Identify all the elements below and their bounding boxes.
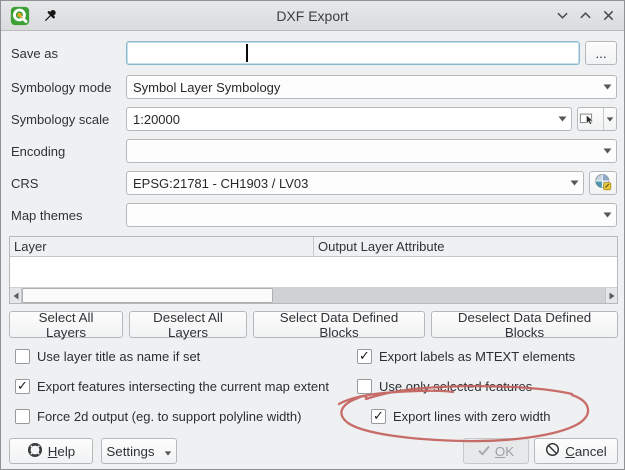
symbology-mode-select[interactable]: Symbol Layer Symbology	[126, 75, 617, 99]
symbology-scale-label: Symbology scale	[11, 112, 126, 127]
checkbox-icon	[15, 409, 30, 424]
shade-button[interactable]	[554, 8, 570, 24]
pin-icon[interactable]	[39, 5, 61, 27]
close-icon	[602, 9, 615, 22]
chevron-up-icon	[579, 9, 592, 22]
globe-edit-icon	[594, 173, 612, 194]
checkbox-export-features-intersecting[interactable]: Export features intersecting the current…	[15, 376, 329, 396]
checkbox-use-layer-title[interactable]: Use layer title as name if set	[15, 346, 200, 366]
horizontal-scrollbar[interactable]	[10, 287, 617, 303]
map-themes-row: Map themes	[11, 203, 617, 227]
checkbox-export-labels-mtext[interactable]: Export labels as MTEXT elements	[357, 346, 575, 366]
column-header-output-layer-attribute[interactable]: Output Layer Attribute	[314, 237, 617, 256]
help-button-wrap: Help	[9, 438, 93, 464]
qgis-logo-icon	[9, 5, 31, 27]
checkbox-icon	[357, 379, 372, 394]
checkbox-use-only-selected[interactable]: Use only selected features	[357, 376, 532, 396]
symbology-scale-row: Symbology scale 1:20000	[11, 107, 617, 131]
chevron-down-icon	[565, 172, 583, 194]
checkbox-export-lines-zero-width[interactable]: Export lines with zero width	[371, 406, 551, 426]
symbology-mode-label: Symbology mode	[11, 80, 126, 95]
save-as-label: Save as	[11, 46, 126, 61]
chevron-down-icon	[598, 204, 616, 226]
browse-button[interactable]: ...	[585, 41, 617, 65]
map-extent-cursor-icon	[578, 111, 598, 127]
checkbox-force-2d-output[interactable]: Force 2d output (eg. to support polyline…	[15, 406, 301, 426]
settings-button-wrap: Settings	[101, 438, 177, 464]
save-as-row: Save as ...	[11, 41, 617, 65]
symbology-mode-row: Symbology mode Symbol Layer Symbology	[11, 75, 617, 99]
crs-row: CRS EPSG:21781 - CH1903 / LV03	[11, 171, 617, 195]
deselect-all-layers-button[interactable]: Deselect All Layers	[129, 311, 247, 338]
check-icon	[478, 444, 490, 459]
cancel-button[interactable]: Cancel	[534, 438, 618, 464]
encoding-select[interactable]	[126, 139, 617, 163]
deselect-data-defined-blocks-button[interactable]: Deselect Data Defined Blocks	[431, 311, 618, 338]
chevron-down-icon	[164, 444, 172, 459]
chevron-down-icon	[598, 76, 616, 98]
crs-label: CRS	[11, 176, 126, 191]
text-cursor	[246, 44, 248, 62]
dxf-export-dialog: DXF Export Save as ... Symbology mode Sy…	[0, 0, 625, 470]
set-scale-from-canvas-button[interactable]	[577, 107, 617, 131]
save-as-input[interactable]	[126, 41, 580, 65]
encoding-row: Encoding	[11, 139, 617, 163]
chevron-down-icon	[556, 9, 569, 22]
crs-select[interactable]: EPSG:21781 - CH1903 / LV03	[126, 171, 584, 195]
select-crs-button[interactable]	[589, 171, 617, 195]
select-all-layers-button[interactable]: Select All Layers	[9, 311, 123, 338]
ok-button-wrap: OK	[463, 438, 529, 464]
window-title: DXF Export	[1, 8, 624, 24]
chevron-down-icon	[553, 108, 571, 130]
cancel-circle-slash-icon	[545, 442, 560, 460]
encoding-label: Encoding	[11, 144, 126, 159]
cancel-button-wrap: Cancel	[534, 438, 618, 464]
chevron-down-icon	[598, 140, 616, 162]
life-buoy-icon	[27, 442, 43, 461]
close-button[interactable]	[600, 8, 616, 24]
scrollbar-track[interactable]	[22, 288, 605, 303]
help-button[interactable]: Help	[9, 438, 93, 464]
select-data-defined-blocks-button[interactable]: Select Data Defined Blocks	[253, 311, 425, 338]
scrollbar-thumb[interactable]	[22, 288, 273, 303]
titlebar[interactable]: DXF Export	[1, 1, 624, 31]
layer-table: Layer Output Layer Attribute	[9, 236, 618, 304]
scrollbar-left-arrow-icon[interactable]	[10, 288, 22, 303]
selection-buttons-row: Select All Layers Deselect All Layers Se…	[9, 311, 618, 338]
checkbox-icon	[15, 349, 30, 364]
map-themes-label: Map themes	[11, 208, 126, 223]
ok-button[interactable]: OK	[463, 438, 529, 464]
settings-button[interactable]: Settings	[101, 438, 177, 464]
layer-table-body[interactable]	[10, 257, 617, 287]
symbology-scale-select[interactable]: 1:20000	[126, 107, 572, 131]
chevron-down-icon[interactable]	[603, 108, 616, 130]
checkbox-icon	[15, 379, 30, 394]
layer-table-header: Layer Output Layer Attribute	[10, 237, 617, 257]
checkbox-icon	[371, 409, 386, 424]
map-themes-select[interactable]	[126, 203, 617, 227]
scrollbar-right-arrow-icon[interactable]	[605, 288, 617, 303]
column-header-layer[interactable]: Layer	[10, 237, 314, 256]
maximize-button[interactable]	[577, 8, 593, 24]
checkbox-icon	[357, 349, 372, 364]
